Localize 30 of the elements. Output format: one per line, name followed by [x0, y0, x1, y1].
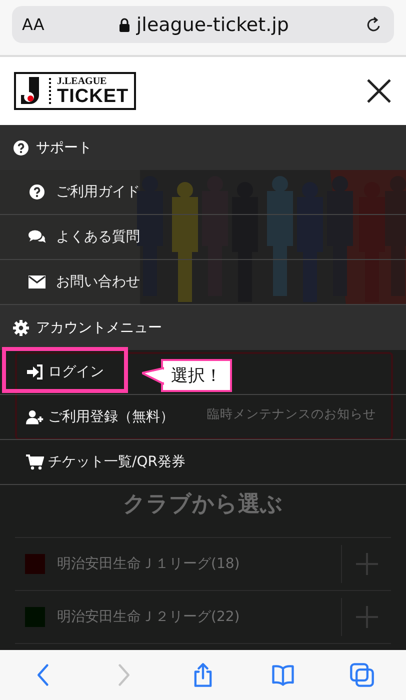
cart-icon: [26, 454, 44, 470]
gear-icon: [12, 320, 30, 336]
lock-icon: [119, 18, 130, 32]
section-title: アカウントメニュー: [36, 318, 162, 336]
logo[interactable]: J.LEAGUE TICKET: [14, 72, 136, 110]
tabs-button[interactable]: [349, 662, 376, 688]
section-title: サポート: [36, 138, 92, 156]
user-add-icon: [26, 409, 44, 425]
menu-item[interactable]: チケット一覧/QR発券: [26, 449, 186, 475]
text-size-button[interactable]: AA: [22, 15, 44, 34]
plus-icon: [354, 605, 378, 629]
mail-icon: [28, 274, 46, 290]
close-button[interactable]: [366, 78, 392, 104]
menu-item[interactable]: ご利用ガイド: [28, 179, 140, 205]
chat-icon: [28, 229, 46, 245]
url-text: jleague-ticket.jp: [136, 14, 289, 36]
question-icon: [12, 140, 30, 156]
section-heading: クラブから選ぶ: [122, 491, 284, 519]
address-field[interactable]: AA jleague-ticket.jp: [12, 6, 394, 43]
plus-icon: [354, 552, 378, 576]
menu-item[interactable]: お問い合わせ: [28, 269, 140, 295]
menu-item[interactable]: ご利用登録（無料）: [26, 404, 174, 430]
tabs-icon: [349, 662, 376, 688]
bookmarks-button[interactable]: [270, 662, 296, 688]
question-icon: [28, 184, 46, 200]
login-icon: [26, 364, 44, 380]
book-icon: [270, 662, 296, 688]
menu-item[interactable]: ログイン: [26, 359, 104, 385]
menu-item[interactable]: よくある質問: [28, 224, 140, 250]
notice-text: 臨時メンテナンスのお知らせ: [207, 406, 376, 423]
